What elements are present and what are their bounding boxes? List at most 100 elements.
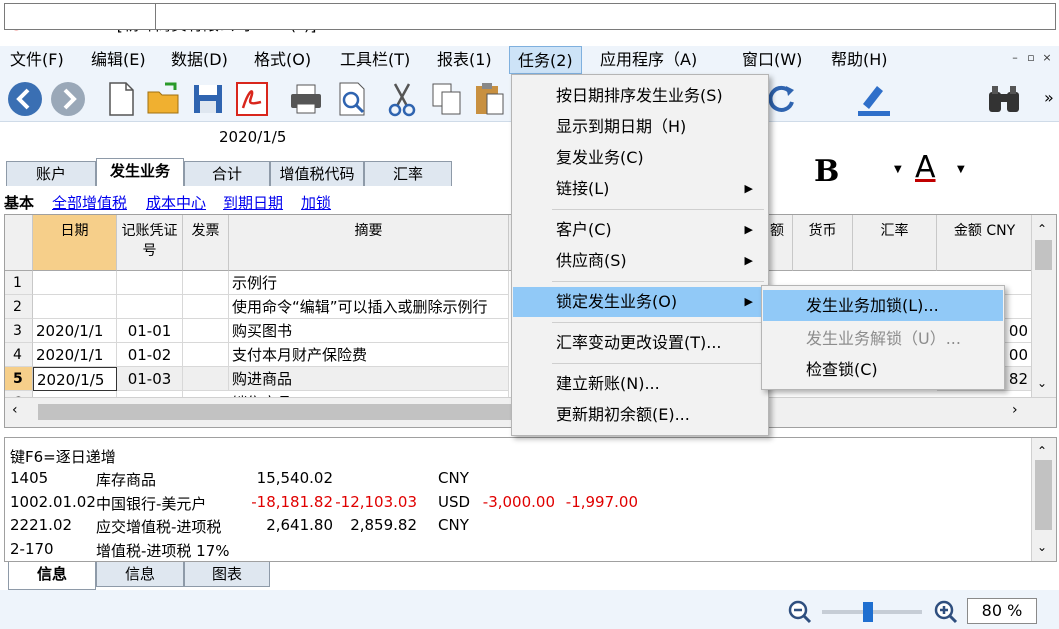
menu-item-check-lock[interactable]: 检查锁(C) [763,354,1003,385]
cell-doc[interactable]: 01-03 [117,367,183,391]
cell-description[interactable]: 购买图书 [229,319,509,343]
row-number[interactable]: 3 [5,319,33,343]
menu-item-links[interactable]: 链接(L) ▶ [513,174,767,204]
tab-info[interactable]: 信息 [96,562,184,587]
mdi-minimize-button[interactable]: – [1008,51,1022,65]
mdi-restore-button[interactable]: ▫ [1024,51,1038,65]
tab-transactions[interactable]: 发生业务 [96,158,184,186]
pdf-icon[interactable] [233,80,271,118]
open-folder-icon[interactable] [145,80,183,118]
column-header-currency[interactable]: 货币 [793,215,853,271]
menu-item-lock[interactable]: 发生业务加锁(L)... [763,290,1003,321]
tab-chart[interactable]: 图表 [184,562,270,587]
cell-description[interactable]: 购进商品 [229,367,509,391]
highlight-icon[interactable] [855,80,893,118]
new-file-icon[interactable] [102,80,140,118]
bold-icon[interactable]: B [814,154,839,189]
binoculars-icon[interactable] [985,80,1023,118]
cell-doc[interactable] [117,295,183,319]
column-header-amount-cny[interactable]: 金额 CNY [937,215,1033,271]
cell-doc[interactable] [117,271,183,295]
cell-date[interactable] [33,295,117,319]
menu-tasks[interactable]: 任务(2) [509,46,582,74]
tab-accounts[interactable]: 账户 [6,161,96,186]
menu-item-update-opening[interactable]: 更新期初余额(E)... [513,400,767,430]
menu-reports[interactable]: 报表(1) [437,46,492,74]
cell-invoice[interactable] [183,271,229,295]
row-number-current[interactable]: 5 [5,367,33,391]
zoom-out-icon[interactable] [788,600,812,624]
menu-item-sort-by-date[interactable]: 按日期排序发生业务(S) [513,81,767,111]
print-preview-icon[interactable] [333,80,371,118]
view-due-date[interactable]: 到期日期 [223,192,283,213]
cell-invoice[interactable] [183,343,229,367]
forward-icon[interactable] [49,80,87,118]
menu-window[interactable]: 窗口(W) [742,46,802,74]
column-header-description[interactable]: 摘要 [229,215,509,271]
cell-value-field[interactable] [156,3,1056,30]
cell-date[interactable]: 2020/1/1 [33,319,117,343]
cell-invoice[interactable] [183,319,229,343]
mdi-close-button[interactable]: × [1040,51,1054,65]
row-number[interactable]: 4 [5,343,33,367]
scroll-down-icon[interactable]: ⌄ [1037,376,1047,390]
tab-exchange-rates[interactable]: 汇率 [364,161,452,186]
cut-icon[interactable] [383,80,421,118]
menu-help[interactable]: 帮助(H) [831,46,888,74]
view-cost-center[interactable]: 成本中心 [146,192,206,213]
cell-doc[interactable]: 01-01 [117,319,183,343]
copy-icon[interactable] [428,80,466,118]
info-scroll-down-icon[interactable]: ⌄ [1037,540,1047,554]
cell-doc[interactable]: 01-02 [117,343,183,367]
tab-vat-codes[interactable]: 增值税代码 [270,161,364,186]
font-color-icon[interactable]: A [915,150,936,185]
view-all-vat[interactable]: 全部增值税 [52,192,127,213]
cell-date[interactable] [33,271,117,295]
cell-invoice[interactable] [183,295,229,319]
zoom-in-icon[interactable] [934,600,958,624]
menu-file[interactable]: 文件(F) [10,46,64,74]
cell-date[interactable]: 2020/1/1 [33,343,117,367]
save-icon[interactable] [189,80,227,118]
view-basic[interactable]: 基本 [4,192,34,213]
scroll-right-icon[interactable]: › [1012,402,1018,418]
menu-item-suppliers[interactable]: 供应商(S) ▶ [513,246,767,276]
cell-description[interactable]: 使用命令“编辑”可以插入或删除示例行 [229,295,509,319]
scroll-up-icon[interactable]: ⌃ [1037,222,1047,236]
zoom-level-field[interactable]: 80 % [967,598,1037,624]
tab-info-active[interactable]: 信息 [8,562,96,590]
tab-totals[interactable]: 合计 [184,161,270,186]
menu-item-show-due-date[interactable]: 显示到期日期（H) [513,112,767,142]
menu-apps[interactable]: 应用程序（A) [600,46,697,74]
cell-date-selected[interactable]: 2020/1/5 [33,367,117,391]
row-number[interactable]: 1 [5,271,33,295]
menu-item-recurring[interactable]: 复发业务(C) [513,143,767,173]
cell-description[interactable]: 示例行 [229,271,509,295]
column-header-doc[interactable]: 记账凭证 号 [117,215,183,271]
row-number[interactable]: 2 [5,295,33,319]
column-header-invoice[interactable]: 发票 [183,215,229,271]
info-scroll-up-icon[interactable]: ⌃ [1037,444,1047,458]
menu-item-new-year[interactable]: 建立新账(N)... [513,369,767,399]
menu-toolbar[interactable]: 工具栏(T) [340,46,410,74]
print-icon[interactable] [287,80,325,118]
highlight-dropdown-icon[interactable]: ▼ [894,164,902,175]
paste-icon[interactable] [471,80,509,118]
scroll-left-icon[interactable]: ‹ [12,402,18,418]
cell-description[interactable]: 支付本月财产保险费 [229,343,509,367]
column-header-date[interactable]: 日期 [33,215,117,271]
font-color-dropdown-icon[interactable]: ▼ [957,164,965,175]
back-icon[interactable] [6,80,44,118]
menu-item-exchange-settings[interactable]: 汇率变动更改设置(T)... [513,328,767,358]
menu-edit[interactable]: 编辑(E) [91,46,146,74]
info-scroll-thumb[interactable] [1035,460,1052,530]
cell-invoice[interactable] [183,367,229,391]
column-header-rate[interactable]: 汇率 [853,215,937,271]
table-horizontal-scroll-thumb[interactable] [38,404,538,420]
table-vertical-scroll-thumb[interactable] [1035,240,1052,270]
toolbar-overflow-icon[interactable]: » [1044,88,1054,107]
cell-address-field[interactable] [4,3,156,30]
menu-item-lock-transactions[interactable]: 锁定发生业务(O) ▶ [513,287,767,317]
zoom-slider-thumb[interactable] [862,602,873,622]
menu-format[interactable]: 格式(O) [254,46,311,74]
